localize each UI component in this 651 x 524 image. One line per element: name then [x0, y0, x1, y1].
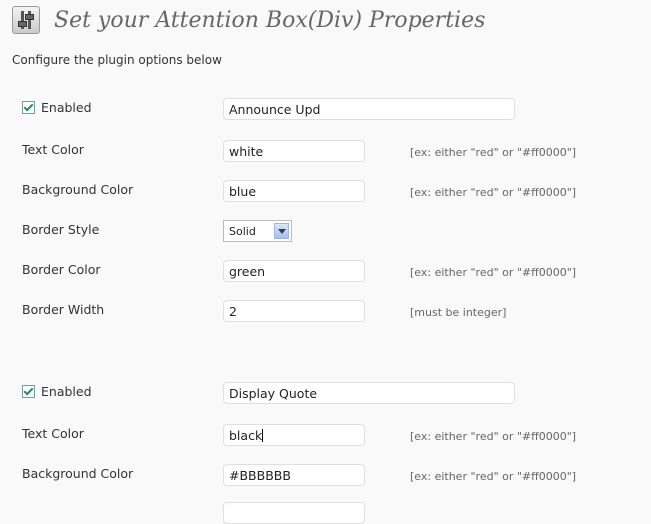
box1-border-width-label: Border Width [22, 302, 105, 317]
box2-next-field-input[interactable] [223, 502, 365, 524]
box2-text-color-label: Text Color [22, 426, 84, 441]
box1-border-color-input[interactable]: green [223, 260, 365, 282]
box2-enabled-toggle[interactable]: Enabled [22, 384, 92, 399]
box1-enabled-label: Enabled [41, 100, 92, 115]
box1-border-width-hint: [must be integer] [410, 306, 507, 319]
box1-enabled-toggle[interactable]: Enabled [22, 100, 92, 115]
box1-bg-color-input[interactable]: blue [223, 180, 365, 202]
box1-bg-color-label: Background Color [22, 182, 134, 197]
box2-enabled-label: Enabled [41, 384, 92, 399]
box1-text-color-hint: [ex: either "red" or "#ff0000"] [410, 146, 577, 159]
box2-bg-color-input[interactable]: #BBBBBB [223, 464, 365, 486]
box1-border-width-input[interactable]: 2 [223, 300, 365, 322]
text-caret [262, 429, 264, 442]
box1-border-color-label: Border Color [22, 262, 101, 277]
page-header: Set your Attention Box(Div) Properties [12, 4, 485, 36]
box1-border-color-row: Border Color green [ex: either "red" or … [22, 260, 642, 282]
intro-text: Configure the plugin options below [12, 53, 222, 67]
settings-sliders-icon [12, 6, 40, 34]
box1-border-style-row: Border Style Solid [22, 220, 642, 242]
box1-border-color-hint: [ex: either "red" or "#ff0000"] [410, 266, 577, 279]
box2-bg-color-hint: [ex: either "red" or "#ff0000"] [410, 470, 577, 483]
box1-text-color-row: Text Color white [ex: either "red" or "#… [22, 140, 642, 162]
box1-border-style-select[interactable]: Solid [223, 220, 292, 242]
chevron-down-icon[interactable] [274, 223, 289, 239]
box1-bg-color-row: Background Color blue [ex: either "red" … [22, 180, 642, 202]
box2-bg-color-label: Background Color [22, 466, 134, 481]
page-title: Set your Attention Box(Div) Properties [54, 7, 486, 33]
box1-border-width-row: Border Width 2 [must be integer] [22, 300, 642, 322]
box1-text-color-input[interactable]: white [223, 140, 365, 162]
box1-name-input[interactable]: Announce Upd [223, 98, 515, 120]
box1-enabled-checkbox[interactable] [22, 101, 35, 114]
box1-text-color-label: Text Color [22, 142, 84, 157]
box1-border-style-label: Border Style [22, 222, 100, 237]
box2-text-color-row: Text Color black [ex: either "red" or "#… [22, 424, 642, 446]
box2-name-input[interactable]: Display Quote [223, 382, 515, 404]
box2-bg-color-row: Background Color #BBBBBB [ex: either "re… [22, 464, 642, 486]
box2-text-color-input[interactable]: black [223, 424, 365, 446]
box2-text-color-hint: [ex: either "red" or "#ff0000"] [410, 430, 577, 443]
box2-enabled-checkbox[interactable] [22, 385, 35, 398]
box1-border-style-value: Solid [229, 225, 256, 238]
box1-enabled-row: Enabled Announce Upd [22, 98, 642, 120]
box2-enabled-row: Enabled Display Quote [22, 382, 642, 404]
box2-text-color-value: black [229, 428, 263, 443]
box1-bg-color-hint: [ex: either "red" or "#ff0000"] [410, 186, 577, 199]
